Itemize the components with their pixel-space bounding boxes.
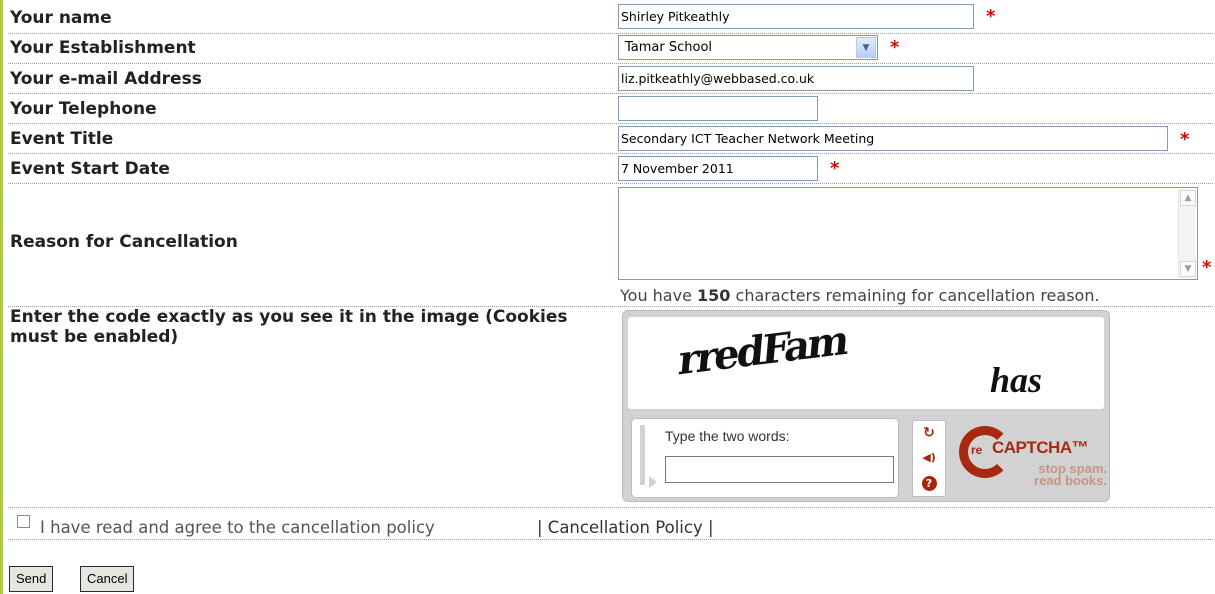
scroll-up-icon[interactable]: ▲ <box>1180 190 1196 206</box>
reason-label: Reason for Cancellation <box>10 232 238 252</box>
scroll-down-icon[interactable]: ▼ <box>1180 261 1196 277</box>
event-start-field[interactable]: 7 November 2011 <box>618 156 818 181</box>
event-start-row: Event Start Date <box>8 154 1213 184</box>
captcha-label: Enter the code exactly as you see it in … <box>10 307 568 347</box>
establishment-required-marker: * <box>890 37 900 58</box>
logo-re: re <box>971 443 983 457</box>
recaptcha-logo: re CAPTCHA™ stop spam. read books. <box>959 423 1109 499</box>
telephone-row: Your Telephone <box>8 94 1213 124</box>
send-button[interactable]: Send <box>9 566 54 592</box>
email-label: Your e-mail Address <box>10 69 202 89</box>
left-accent-bar <box>0 0 3 594</box>
agree-checkbox[interactable] <box>17 515 30 528</box>
textarea-scrollbar[interactable]: ▲ ▼ <box>1178 189 1196 278</box>
event-title-field[interactable]: Secondary ICT Teacher Network Meeting <box>618 126 1168 151</box>
captcha-word-1: rredFam <box>676 316 849 385</box>
name-field[interactable]: Shirley Pitkeathly <box>618 4 974 29</box>
arrow-icon <box>640 425 657 488</box>
captcha-image: rredFam has <box>628 316 1104 409</box>
event-start-label: Event Start Date <box>10 159 170 179</box>
captcha-word-2: has <box>990 360 1043 400</box>
cancel-button[interactable]: Cancel <box>80 566 135 592</box>
name-label: Your name <box>10 8 112 28</box>
captcha-prompt: Type the two words: <box>665 428 790 444</box>
audio-icon[interactable]: ◀) <box>919 448 939 468</box>
email-field[interactable]: liz.pitkeathly@webbased.co.uk <box>618 66 974 91</box>
counter-count: 150 <box>697 286 731 305</box>
establishment-select[interactable]: Tamar School ▼ <box>618 35 878 60</box>
captcha-controls: ↻ ◀) ? <box>912 420 946 497</box>
refresh-icon[interactable]: ↻ <box>919 423 939 443</box>
establishment-label: Your Establishment <box>10 38 196 58</box>
event-title-required-marker: * <box>1180 129 1190 150</box>
reason-textarea[interactable]: ▲ ▼ <box>618 187 1198 280</box>
agree-label: I have read and agree to the cancellatio… <box>40 518 435 537</box>
event-title-label: Event Title <box>10 129 114 149</box>
counter-suffix: characters remaining for cancellation re… <box>735 286 1100 305</box>
name-required-marker: * <box>986 6 996 27</box>
telephone-label: Your Telephone <box>10 99 157 119</box>
email-row: Your e-mail Address <box>8 64 1213 94</box>
establishment-value: Tamar School <box>625 40 713 55</box>
counter-prefix: You have <box>620 286 692 305</box>
help-icon[interactable]: ? <box>919 473 939 493</box>
event-start-required-marker: * <box>830 158 840 179</box>
character-counter: You have 150 characters remaining for ca… <box>620 286 1100 305</box>
logo-tagline: stop spam. read books. <box>1019 462 1107 488</box>
logo-name: CAPTCHA™ <box>992 438 1089 457</box>
logo-tagline-2: read books. <box>1034 473 1107 488</box>
captcha-response-panel: Type the two words: <box>631 418 899 498</box>
reason-required-marker: * <box>1202 257 1212 278</box>
recaptcha-widget: rredFam has Type the two words: ↻ ◀) ? r… <box>622 310 1110 502</box>
telephone-field[interactable] <box>618 96 818 121</box>
name-row: Your name <box>8 4 1213 34</box>
chevron-down-icon[interactable]: ▼ <box>856 37 876 58</box>
cancellation-policy-link[interactable]: | Cancellation Policy | <box>537 518 714 537</box>
establishment-row: Your Establishment <box>8 34 1213 64</box>
captcha-response-input[interactable] <box>665 456 894 483</box>
